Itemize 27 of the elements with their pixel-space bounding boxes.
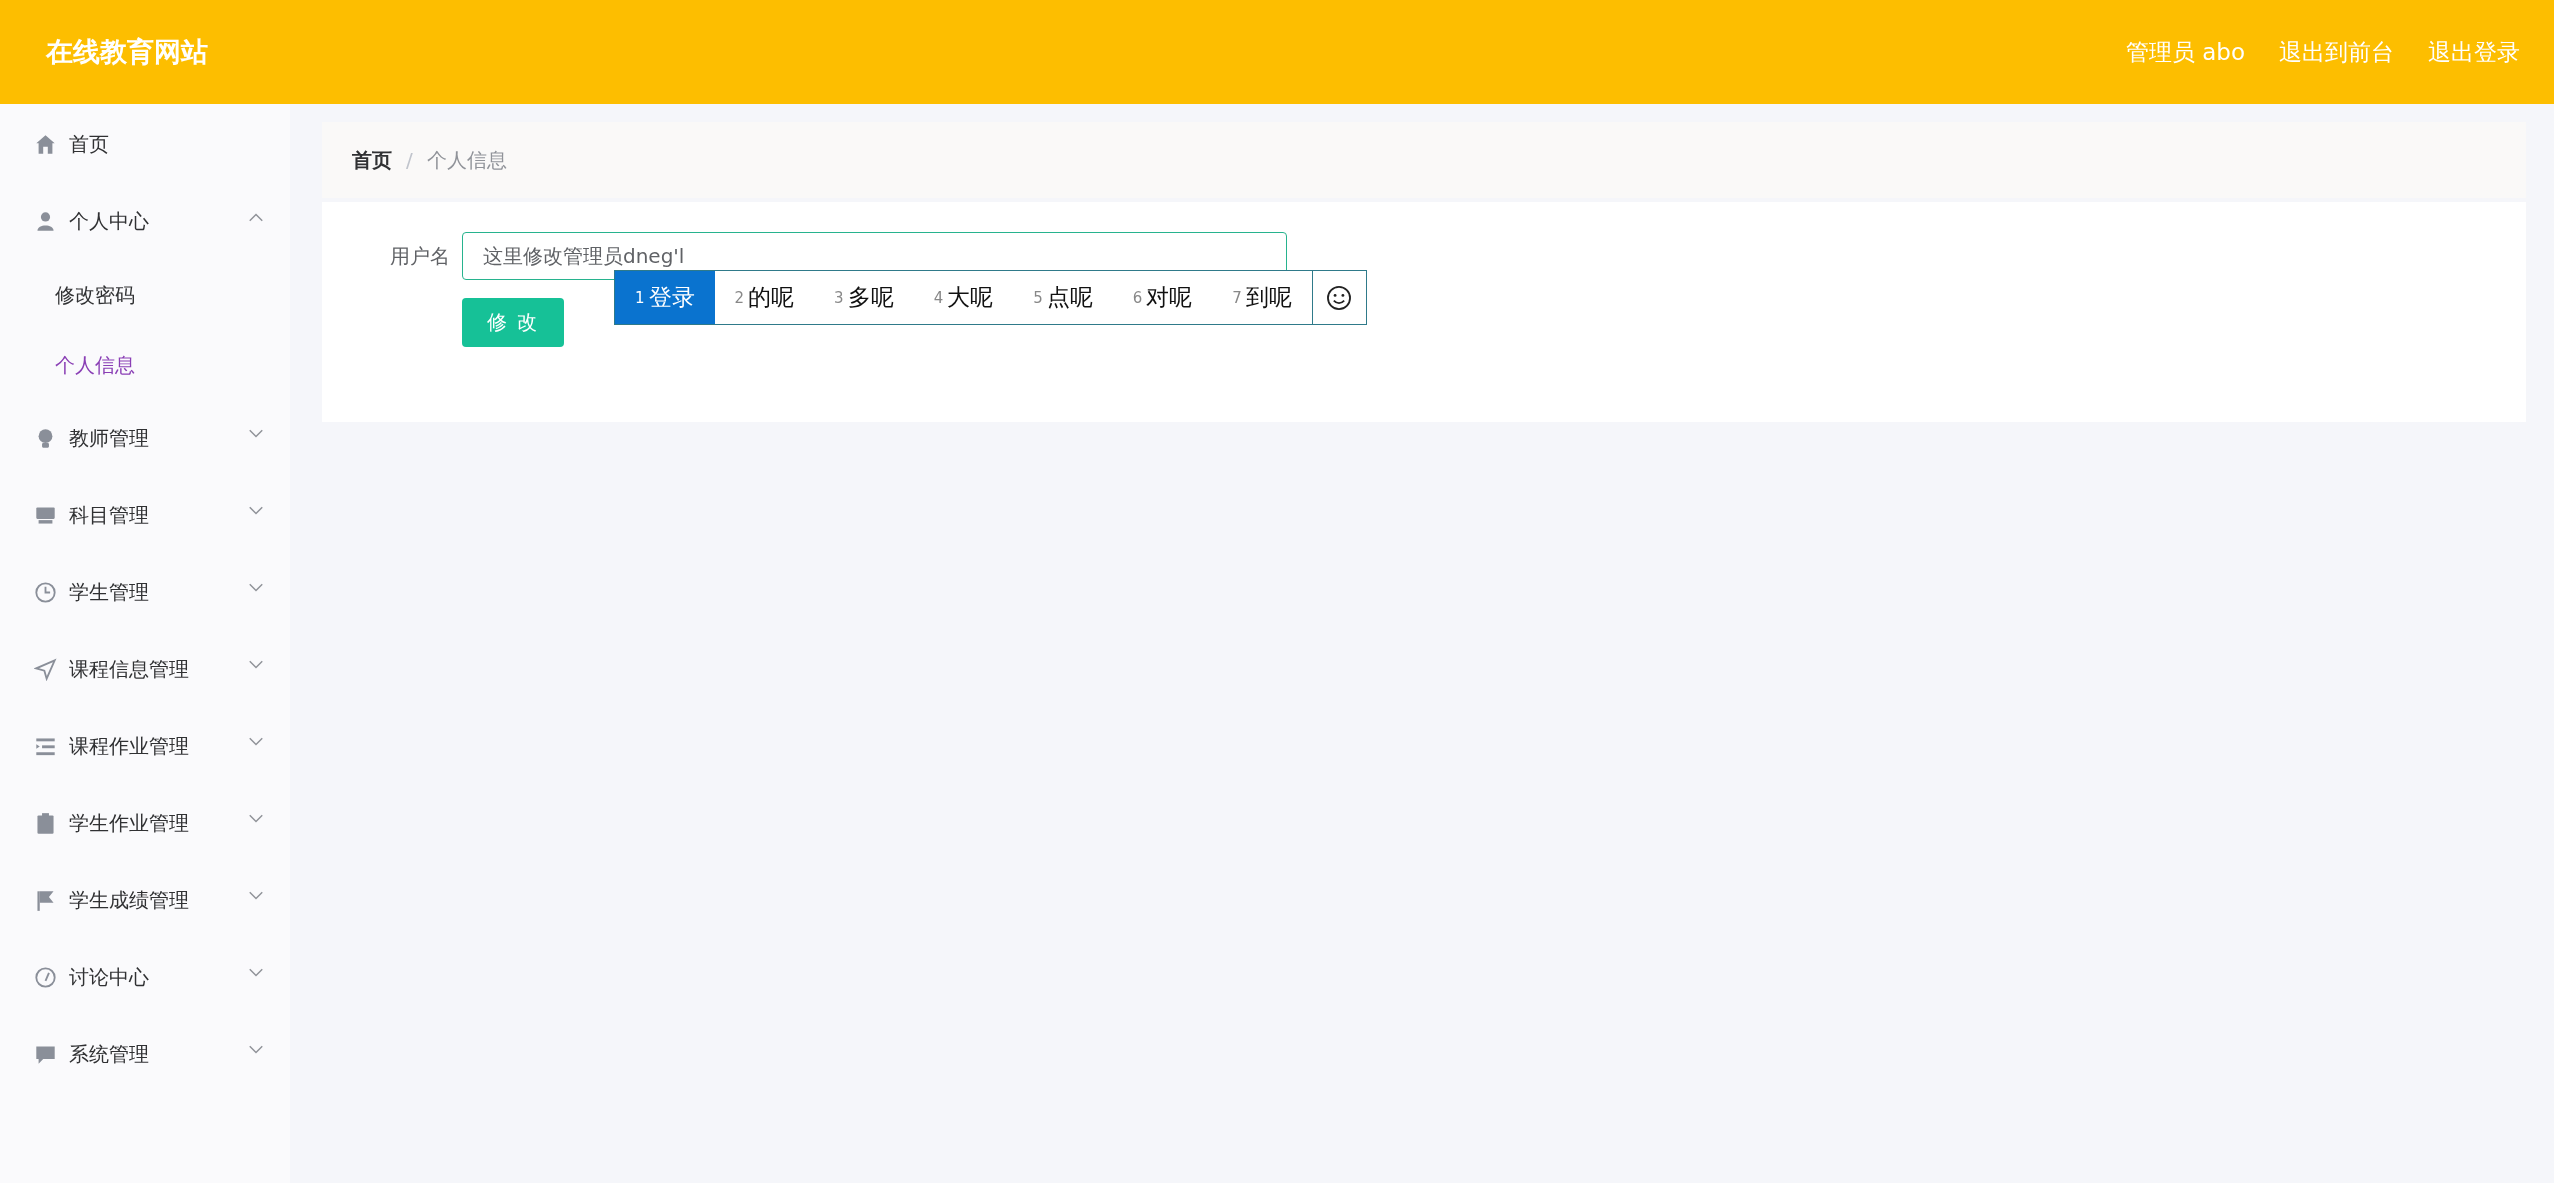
sidebar-item[interactable]: 学生成绩管理 [0, 862, 290, 939]
sidebar-item[interactable]: 科目管理 [0, 477, 290, 554]
send-icon [34, 658, 57, 681]
sidebar-item[interactable]: 讨论中心 [0, 939, 290, 1016]
submenu-item[interactable]: 个人信息 [0, 330, 290, 400]
clipboard-icon [34, 812, 57, 835]
breadcrumb-link[interactable]: 首页 [352, 146, 392, 174]
sidebar-item[interactable]: 学生管理 [0, 554, 290, 631]
sidebar-item[interactable]: 系统管理 [0, 1016, 290, 1093]
sidebar-item[interactable]: 课程作业管理 [0, 708, 290, 785]
clock-icon [34, 581, 57, 604]
chat-icon [34, 1043, 57, 1066]
breadcrumb-current: 个人信息 [426, 146, 507, 174]
list-icon [34, 735, 57, 758]
candidate-item[interactable]: 1 登录 [615, 271, 715, 324]
smiley-icon [1326, 284, 1353, 311]
sidebar-item[interactable]: 个人中心 [0, 183, 290, 260]
field-label: 用户名 [389, 243, 451, 270]
sidebar-item[interactable]: 首页 [0, 106, 290, 183]
gauge-icon [34, 966, 57, 989]
sidebar-item[interactable]: 教师管理 [0, 400, 290, 477]
sidebar-item[interactable]: 课程信息管理 [0, 631, 290, 708]
home-icon [34, 133, 57, 156]
submenu-item[interactable]: 修改密码 [0, 260, 290, 330]
breadcrumb-separator: / [406, 148, 413, 172]
site-title: 在线教育网站 [46, 35, 208, 69]
sidebar-item[interactable]: 学生作业管理 [0, 785, 290, 862]
